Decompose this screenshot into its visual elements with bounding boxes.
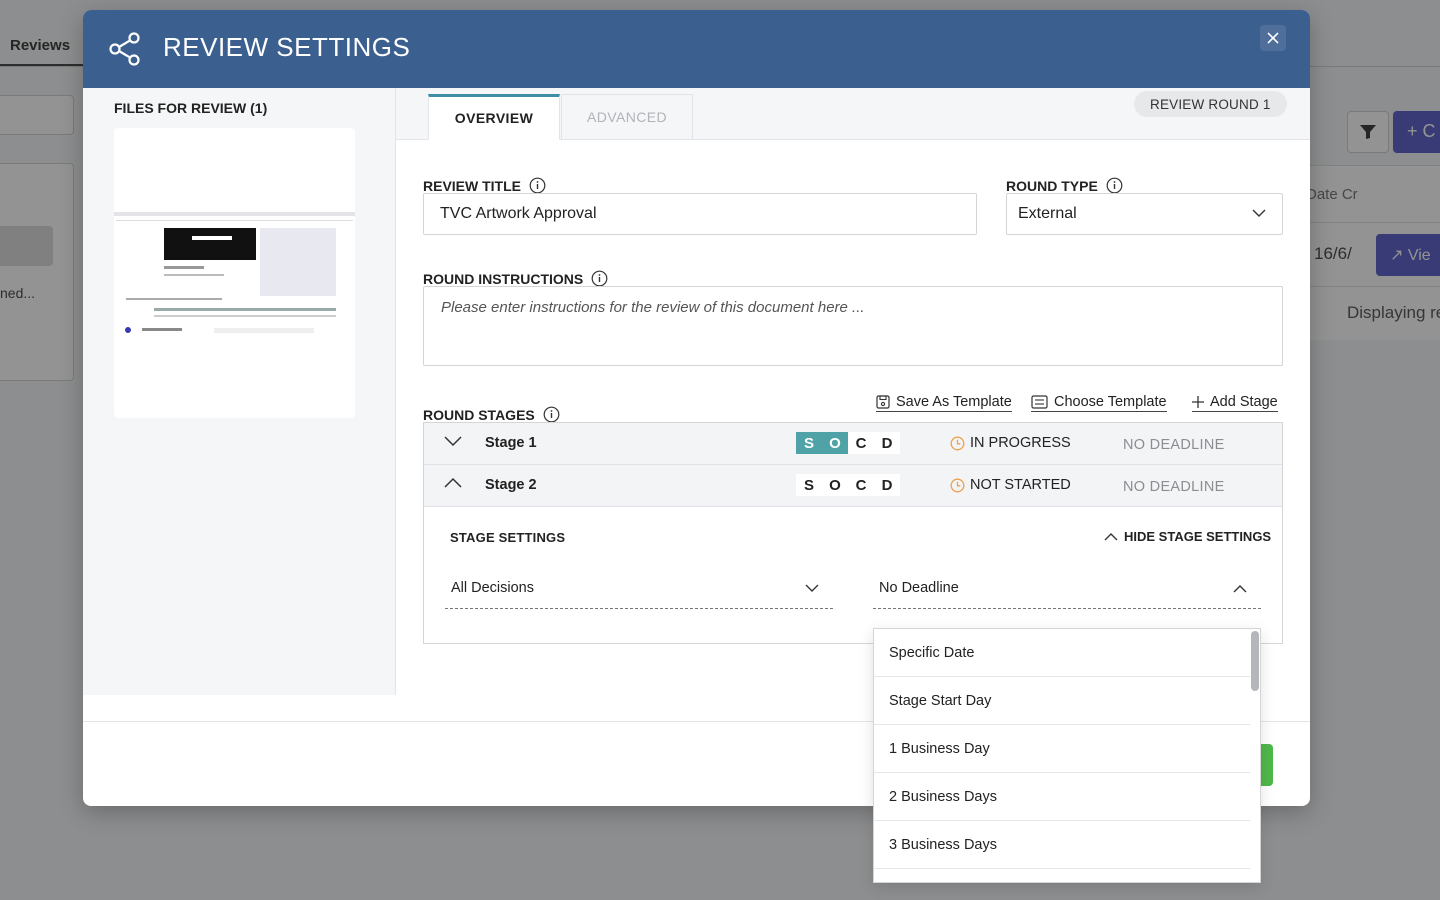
choose-template-button[interactable]: Choose Template <box>1031 394 1167 412</box>
stage-row[interactable]: Stage 1 S O C D IN PROGRESS NO DEADLINE <box>424 423 1282 465</box>
deadline-select[interactable]: No Deadline <box>873 573 1261 609</box>
plus-icon <box>1192 396 1204 408</box>
hide-stage-settings-button[interactable]: HIDE STAGE SETTINGS <box>1104 529 1271 544</box>
modal-title: REVIEW SETTINGS <box>163 32 411 62</box>
round-stages-label-text: ROUND STAGES <box>423 406 535 423</box>
info-icon[interactable] <box>543 406 560 423</box>
decisions-select-value: All Decisions <box>451 580 534 596</box>
add-stage-label: Add Stage <box>1210 394 1278 410</box>
stage-deadline: NO DEADLINE <box>1123 437 1225 453</box>
save-icon <box>876 395 890 409</box>
chevron-down-icon[interactable] <box>444 435 462 447</box>
toggle-c[interactable]: C <box>848 432 874 454</box>
chevron-up-icon[interactable] <box>444 477 462 489</box>
dropdown-option[interactable]: Stage Start Day <box>874 677 1250 725</box>
stage-status: NOT STARTED <box>950 477 1071 493</box>
round-type-value: External <box>1018 205 1077 222</box>
tabs-bar: OVERVIEW ADVANCED REVIEW ROUND 1 <box>396 88 1310 140</box>
review-round-badge: REVIEW ROUND 1 <box>1134 91 1287 117</box>
hide-stage-settings-label: HIDE STAGE SETTINGS <box>1124 529 1272 544</box>
stage-status-label: NOT STARTED <box>970 477 1071 493</box>
round-instructions-textarea[interactable]: Please enter instructions for the review… <box>423 286 1283 366</box>
file-thumbnail[interactable] <box>114 128 355 418</box>
toggle-o[interactable]: O <box>822 474 848 496</box>
round-type-label: ROUND TYPE <box>1006 177 1123 194</box>
add-stage-button[interactable]: Add Stage <box>1192 394 1278 412</box>
dropdown-scrollbar[interactable] <box>1251 631 1259 691</box>
toggle-s[interactable]: S <box>796 474 822 496</box>
clock-icon <box>950 436 965 450</box>
modal-header: REVIEW SETTINGS <box>83 10 1310 88</box>
clock-icon <box>950 478 965 492</box>
toggle-o[interactable]: O <box>822 432 848 454</box>
chevron-down-icon <box>805 584 819 592</box>
close-icon <box>1267 32 1279 44</box>
stage-name: Stage 1 <box>485 435 537 451</box>
stage-row[interactable]: Stage 2 S O C D NOT STARTED NO DEADLINE <box>424 465 1282 507</box>
info-icon[interactable] <box>591 270 608 287</box>
review-title-input[interactable]: TVC Artwork Approval <box>423 193 977 235</box>
dropdown-option[interactable]: 2 Business Days <box>874 773 1250 821</box>
stage-settings-title: STAGE SETTINGS <box>450 530 566 545</box>
files-for-review-title: FILES FOR REVIEW (1) <box>114 100 268 116</box>
toggle-s[interactable]: S <box>796 432 822 454</box>
round-type-label-text: ROUND TYPE <box>1006 177 1098 194</box>
stage-name: Stage 2 <box>485 477 537 493</box>
round-type-select[interactable]: External <box>1006 193 1283 235</box>
socd-toggles: S O C D <box>796 432 900 454</box>
document-preview <box>114 212 355 338</box>
choose-template-label: Choose Template <box>1054 394 1167 410</box>
info-icon[interactable] <box>1106 177 1123 194</box>
chevron-up-icon <box>1233 585 1247 593</box>
share-icon <box>109 32 140 66</box>
list-icon <box>1031 395 1048 409</box>
chevron-down-icon <box>1252 209 1266 217</box>
stage-deadline: NO DEADLINE <box>1123 479 1225 495</box>
save-as-template-button[interactable]: Save As Template <box>876 394 1012 412</box>
toggle-c[interactable]: C <box>848 474 874 496</box>
round-stages-label: ROUND STAGES <box>423 406 560 423</box>
round-instructions-label: ROUND INSTRUCTIONS <box>423 270 608 287</box>
deadline-select-value: No Deadline <box>879 580 959 596</box>
tab-overview[interactable]: OVERVIEW <box>428 94 560 140</box>
tab-advanced[interactable]: ADVANCED <box>561 94 693 140</box>
save-as-template-label: Save As Template <box>896 394 1012 410</box>
dropdown-option[interactable]: 1 Business Day <box>874 725 1250 773</box>
review-title-label: REVIEW TITLE <box>423 177 546 194</box>
stages-list: Stage 1 S O C D IN PROGRESS NO DEADLINE … <box>423 422 1283 644</box>
stage-status-label: IN PROGRESS <box>970 435 1071 451</box>
toggle-d[interactable]: D <box>874 432 900 454</box>
dropdown-option[interactable]: Specific Date <box>874 629 1250 677</box>
stage-status: IN PROGRESS <box>950 435 1071 451</box>
socd-toggles: S O C D <box>796 474 900 496</box>
review-title-label-text: REVIEW TITLE <box>423 177 521 194</box>
decisions-select[interactable]: All Decisions <box>445 573 833 609</box>
deadline-dropdown: Specific Date Stage Start Day 1 Business… <box>873 628 1261 883</box>
dropdown-option[interactable]: 3 Business Days <box>874 821 1250 869</box>
info-icon[interactable] <box>529 177 546 194</box>
round-instructions-label-text: ROUND INSTRUCTIONS <box>423 270 584 287</box>
files-pane: FILES FOR REVIEW (1) <box>83 88 396 695</box>
close-button[interactable] <box>1260 25 1286 51</box>
toggle-d[interactable]: D <box>874 474 900 496</box>
chevron-up-icon <box>1104 533 1118 541</box>
